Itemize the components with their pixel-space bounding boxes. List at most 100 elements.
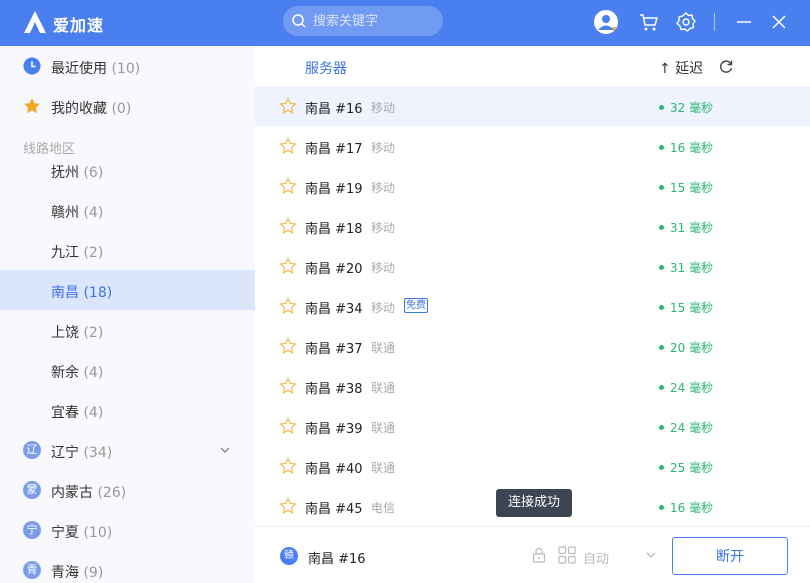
star-outline-icon[interactable] — [279, 257, 297, 275]
column-header-server[interactable]: 服务器 — [305, 58, 347, 78]
sidebar-item-label: 我的收藏 — [51, 101, 107, 117]
sidebar-item-province[interactable]: 青 青海 (9) — [0, 550, 255, 583]
server-row[interactable]: 南昌 #18 移动 31 毫秒 — [255, 206, 810, 246]
star-outline-icon[interactable] — [279, 177, 297, 195]
latency-value: 24 毫秒 — [670, 381, 714, 395]
mode-grid-icon — [558, 546, 576, 564]
sidebar-item-province[interactable]: 辽 辽宁 (34) — [0, 430, 255, 470]
header-divider — [714, 13, 715, 31]
star-outline-icon[interactable] — [279, 417, 297, 435]
latency-value: 25 毫秒 — [670, 461, 714, 475]
latency-value: 31 毫秒 — [670, 261, 714, 275]
current-server-name: 南昌 #16 — [308, 552, 366, 567]
sidebar-item-count: (6) — [83, 165, 104, 181]
latency-value: 15 毫秒 — [670, 181, 714, 195]
server-latency: 15 毫秒 — [659, 179, 713, 196]
search-input[interactable] — [313, 10, 435, 32]
server-row[interactable]: 南昌 #17 移动 16 毫秒 — [255, 126, 810, 166]
sidebar-item-city[interactable]: 上饶 (2) — [0, 310, 255, 350]
server-latency: 24 毫秒 — [659, 419, 713, 436]
sidebar-item-province[interactable]: 蒙 内蒙古 (26) — [0, 470, 255, 510]
lock-icon[interactable] — [530, 546, 548, 564]
server-row[interactable]: 南昌 #19 移动 15 毫秒 — [255, 166, 810, 206]
server-row[interactable]: 南昌 #16 移动 32 毫秒 — [255, 86, 810, 126]
status-dot — [659, 305, 664, 310]
column-header-latency[interactable]: ↑ 延迟 — [659, 58, 703, 78]
server-row[interactable]: 南昌 #38 联通 24 毫秒 — [255, 366, 810, 406]
sidebar-item-city[interactable]: 新余 (4) — [0, 350, 255, 390]
sidebar-item-count: (26) — [97, 485, 127, 501]
server-isp: 联通 — [371, 341, 396, 355]
shop-button[interactable] — [636, 9, 662, 35]
minimize-button[interactable] — [731, 9, 757, 35]
sidebar-item-province[interactable]: 宁 宁夏 (10) — [0, 510, 255, 550]
server-row[interactable]: 南昌 #40 联通 25 毫秒 — [255, 446, 810, 486]
server-row[interactable]: 南昌 #20 移动 31 毫秒 — [255, 246, 810, 286]
status-dot — [659, 265, 664, 270]
star-outline-icon[interactable] — [279, 377, 297, 395]
star-outline-icon[interactable] — [279, 297, 297, 315]
server-name: 南昌 #18 — [305, 222, 363, 237]
status-dot — [659, 385, 664, 390]
sidebar-item-city[interactable]: 抚州 (6) — [0, 150, 255, 190]
user-avatar-icon — [594, 10, 618, 34]
star-outline-icon[interactable] — [279, 457, 297, 475]
user-avatar[interactable] — [593, 9, 619, 35]
server-row[interactable]: 南昌 #37 联通 20 毫秒 — [255, 326, 810, 366]
clock-icon — [23, 57, 41, 75]
refresh-icon[interactable] — [718, 58, 734, 74]
sidebar-item-count: (9) — [83, 565, 104, 581]
sidebar-item-recent[interactable]: 最近使用 (10) — [0, 46, 255, 86]
server-name: 南昌 #39 — [305, 422, 363, 437]
sidebar-item-count: (34) — [83, 445, 113, 461]
cart-icon — [640, 14, 658, 31]
star-outline-icon[interactable] — [279, 497, 297, 515]
province-badge: 辽 — [23, 441, 41, 459]
sidebar-item-count: (0) — [111, 101, 132, 117]
sidebar: 最近使用 (10) 我的收藏 (0) 线路地区 抚州 (6) 赣州 (4) 九江… — [0, 46, 255, 583]
server-row[interactable]: 南昌 #39 联通 24 毫秒 — [255, 406, 810, 446]
server-latency: 31 毫秒 — [659, 259, 713, 276]
free-badge: 免费 — [404, 298, 428, 313]
close-icon — [772, 15, 786, 29]
sidebar-item-count: (18) — [83, 285, 113, 301]
app-logo-icon — [24, 11, 46, 33]
server-row[interactable]: 南昌 #34 移动 免费 15 毫秒 — [255, 286, 810, 326]
star-outline-icon[interactable] — [279, 337, 297, 355]
province-badge: 青 — [23, 561, 41, 579]
status-dot — [659, 105, 664, 110]
sidebar-item-count: (10) — [111, 61, 141, 77]
sidebar-item-city[interactable]: 赣州 (4) — [0, 190, 255, 230]
star-outline-icon[interactable] — [279, 97, 297, 115]
sidebar-item-label: 新余 — [51, 365, 79, 381]
sidebar-item-favorites[interactable]: 我的收藏 (0) — [0, 86, 255, 126]
search-icon — [292, 14, 306, 28]
app-title: 爱加速 — [53, 16, 105, 35]
sidebar-item-city[interactable]: 九江 (2) — [0, 230, 255, 270]
settings-button[interactable] — [673, 9, 699, 35]
server-name: 南昌 #20 — [305, 262, 363, 277]
sidebar-item-label: 宁夏 — [51, 525, 79, 541]
sidebar-item-city[interactable]: 宜春 (4) — [0, 390, 255, 430]
server-isp: 移动 — [371, 221, 396, 235]
province-badge: 蒙 — [23, 481, 41, 499]
server-isp: 电信 — [371, 501, 396, 515]
current-server-badge: 赣 — [280, 547, 298, 565]
sidebar-item-count: (4) — [83, 365, 104, 381]
search-box[interactable] — [283, 6, 443, 36]
sidebar-item-city-selected[interactable]: 南昌 (18) — [0, 270, 255, 310]
disconnect-button[interactable]: 断开 — [672, 537, 788, 575]
star-outline-icon[interactable] — [279, 137, 297, 155]
chevron-down-icon[interactable] — [645, 549, 657, 561]
connection-toast: 连接成功 — [496, 489, 572, 517]
chevron-down-icon[interactable] — [218, 443, 232, 457]
mode-select-value[interactable]: 自动 — [583, 548, 609, 567]
star-outline-icon[interactable] — [279, 217, 297, 235]
close-button[interactable] — [766, 9, 792, 35]
status-dot — [659, 145, 664, 150]
status-dot — [659, 225, 664, 230]
connection-bar: 赣 南昌 #16 自动 断开 — [255, 526, 810, 583]
server-isp: 移动 — [371, 181, 396, 195]
province-badge: 宁 — [23, 521, 41, 539]
server-isp: 联通 — [371, 461, 396, 475]
